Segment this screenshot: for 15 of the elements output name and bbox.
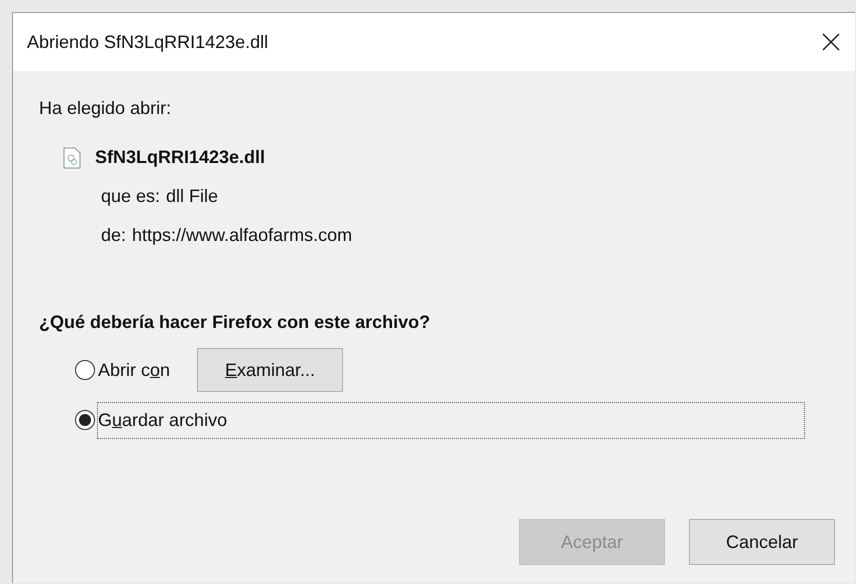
option-label[interactable]: Abrir con — [97, 352, 176, 388]
radio-button[interactable] — [75, 360, 95, 380]
intro-text: Ha elegido abrir: — [39, 97, 172, 120]
browse-button[interactable]: Examinar... — [197, 348, 344, 392]
option-label[interactable]: Guardar archivo — [97, 402, 805, 438]
cancel-button[interactable]: Cancelar — [689, 519, 835, 565]
question-text: ¿Qué debería hacer Firefox con este archivo? — [39, 311, 432, 334]
file-type: dll File — [166, 185, 218, 208]
file-icon — [63, 146, 81, 168]
source-url: https://www.alfaofarms.com — [132, 224, 352, 247]
source-label: de: — [101, 224, 126, 247]
window-title: Abriendo SfN3LqRRI1423e.dll — [27, 30, 268, 54]
type-label: que es: — [101, 185, 160, 208]
radio-button[interactable] — [75, 410, 95, 430]
file-name: SfN3LqRRI1423e.dll — [95, 146, 266, 169]
